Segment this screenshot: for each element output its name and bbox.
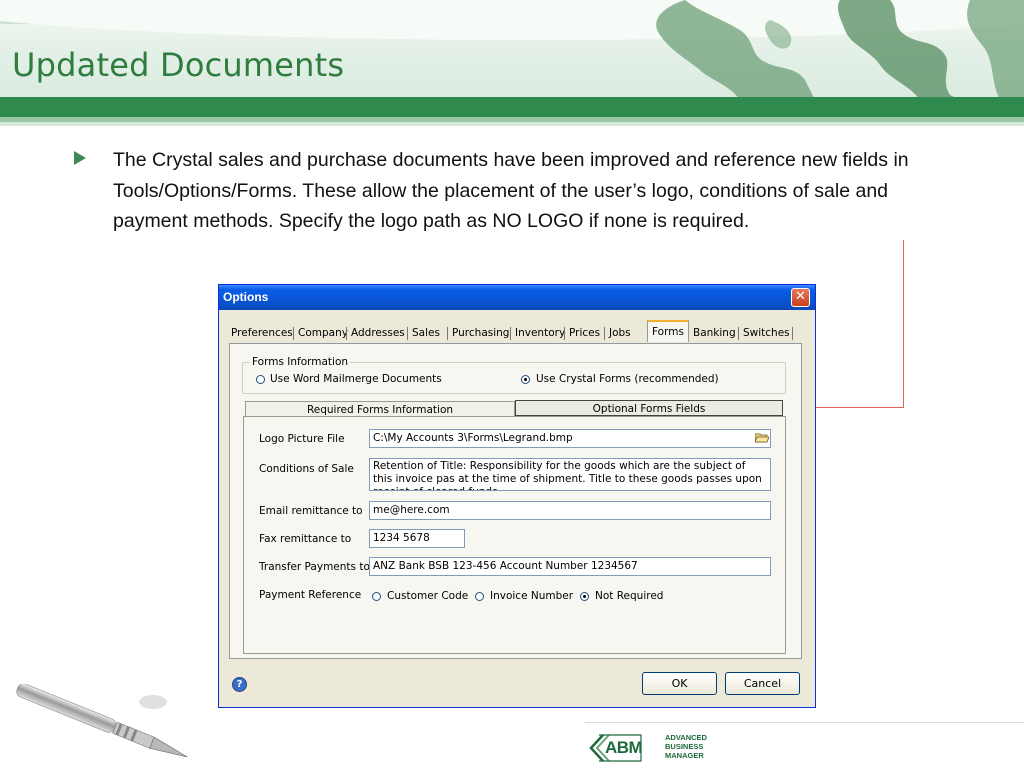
logo-file-field[interactable]: C:\My Accounts 3\Forms\Legrand.bmp (369, 429, 771, 448)
cancel-button[interactable]: Cancel (725, 672, 800, 695)
folder-open-icon[interactable] (755, 432, 769, 443)
tab-sales[interactable]: Sales (412, 323, 440, 343)
abm-tagline-line: BUSINESS (665, 742, 704, 751)
tab-separator (792, 327, 793, 340)
ok-button[interactable]: OK (642, 672, 717, 695)
abm-logo: ABM ADVANCED BUSINESS MANAGER (589, 731, 729, 767)
options-dialog: Options ✕ Preferences Company Addresses … (218, 284, 816, 708)
abm-logo-text: ABM (605, 738, 643, 757)
radio-crystal-forms[interactable] (521, 375, 530, 384)
fax-remittance-field[interactable]: 1234 5678 (369, 529, 465, 548)
transfer-payments-field[interactable]: ANZ Bank BSB 123-456 Account Number 1234… (369, 557, 771, 576)
transfer-payments-label: Transfer Payments to (259, 561, 370, 573)
tab-addresses[interactable]: Addresses (351, 323, 405, 343)
radio-word-mailmerge[interactable] (256, 375, 265, 384)
tab-separator (447, 327, 448, 340)
conditions-of-sale-label: Conditions of Sale (259, 463, 354, 475)
dialog-titlebar[interactable]: Options ✕ (219, 285, 815, 310)
slide-title: Updated Documents (12, 46, 345, 84)
tab-separator (738, 327, 739, 340)
radio-invoice-number[interactable] (475, 592, 484, 601)
radio-customer-code-label[interactable]: Customer Code (387, 590, 468, 602)
payment-reference-label: Payment Reference (259, 589, 362, 601)
radio-customer-code[interactable] (372, 592, 381, 601)
radio-not-required[interactable] (580, 592, 589, 601)
radio-crystal-forms-label[interactable]: Use Crystal Forms (recommended) (536, 373, 719, 385)
fax-remittance-label: Fax remittance to (259, 533, 352, 545)
tab-forms[interactable]: Forms (647, 320, 689, 342)
subtab-required-forms[interactable]: Required Forms Information (245, 401, 515, 417)
tab-prices[interactable]: Prices (569, 323, 600, 343)
tab-company[interactable]: Company (298, 323, 348, 343)
tab-separator (510, 327, 511, 340)
tab-banking[interactable]: Banking (693, 323, 736, 343)
email-remittance-field[interactable]: me@here.com (369, 501, 771, 520)
bullet-text: The Crystal sales and purchase documents… (113, 149, 909, 232)
tab-separator (346, 327, 347, 340)
close-icon[interactable]: ✕ (791, 288, 810, 307)
forms-information-label: Forms Information (250, 356, 351, 368)
fountain-pen-image (16, 684, 188, 758)
subtab-optional-forms[interactable]: Optional Forms Fields (515, 400, 783, 416)
header-green-bar (0, 97, 1024, 117)
tab-separator (293, 327, 294, 340)
abm-tagline-line: MANAGER (665, 751, 704, 760)
abm-tagline-line: ADVANCED (665, 733, 707, 742)
email-remittance-label: Email remittance to (259, 505, 363, 517)
tab-jobs[interactable]: Jobs (609, 323, 631, 343)
conditions-of-sale-field[interactable]: Retention of Title: Responsibility for t… (369, 458, 771, 491)
footer-line (585, 722, 1024, 723)
abm-tagline: ADVANCED BUSINESS MANAGER (665, 733, 707, 760)
callout-line-vertical (903, 240, 904, 408)
tab-separator (407, 327, 408, 340)
tab-preferences[interactable]: Preferences (231, 323, 293, 343)
tab-separator (604, 327, 605, 340)
tab-separator (564, 327, 565, 340)
help-icon[interactable]: ? (232, 677, 247, 692)
tab-inventory[interactable]: Inventory (515, 323, 565, 343)
dialog-title: Options (223, 290, 269, 304)
radio-not-required-label[interactable]: Not Required (595, 590, 663, 602)
tab-purchasing[interactable]: Purchasing (452, 323, 509, 343)
logo-file-label: Logo Picture File (259, 433, 345, 445)
bullet-arrow-icon (74, 151, 86, 165)
radio-invoice-number-label[interactable]: Invoice Number (490, 590, 573, 602)
header-light-bar (0, 117, 1024, 122)
tab-switches[interactable]: Switches (743, 323, 790, 343)
world-map-graphic (656, 0, 1024, 100)
radio-word-mailmerge-label[interactable]: Use Word Mailmerge Documents (270, 373, 442, 385)
